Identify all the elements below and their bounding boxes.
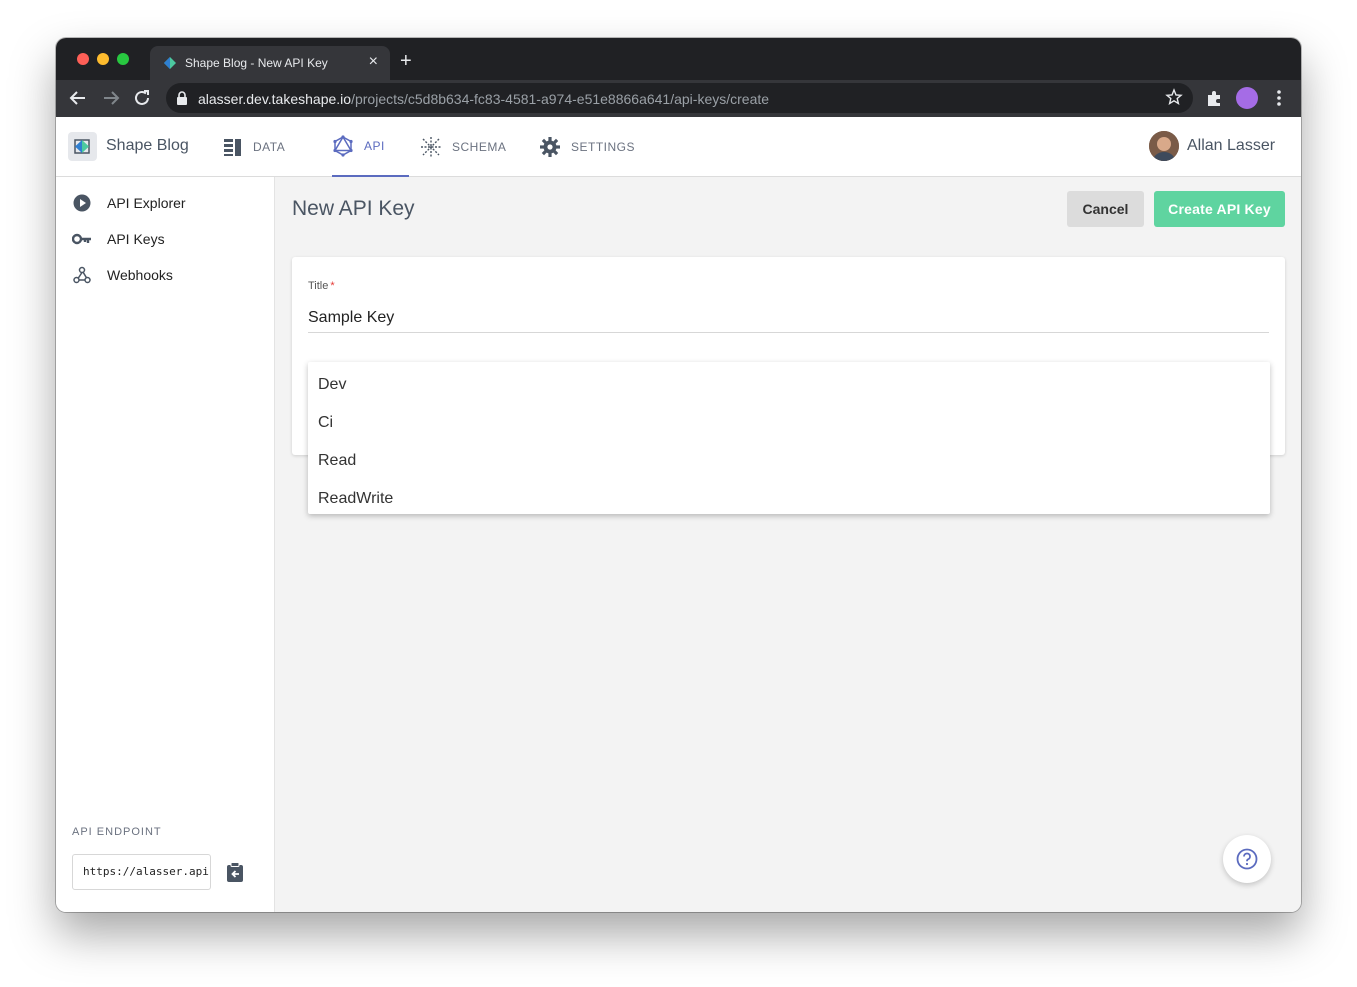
browser-toolbar: alasser.dev.takeshape.io/projects/c5d8b6… xyxy=(56,80,1301,117)
bookmark-star-icon[interactable] xyxy=(1165,88,1183,106)
help-question-icon xyxy=(1236,848,1258,870)
nav-settings[interactable]: SETTINGS xyxy=(539,117,635,177)
dropdown-option-readwrite[interactable]: ReadWrite xyxy=(308,480,1270,518)
tab-title: Shape Blog - New API Key xyxy=(185,56,328,70)
schema-icon xyxy=(421,137,441,157)
dropdown-option-ci[interactable]: Ci xyxy=(308,404,1270,442)
browser-tab[interactable]: Shape Blog - New API Key × xyxy=(150,46,390,80)
copy-clipboard-icon[interactable] xyxy=(224,861,246,883)
profile-avatar-icon[interactable] xyxy=(1236,87,1258,109)
close-tab-icon[interactable]: × xyxy=(369,53,378,71)
project-name[interactable]: Shape Blog xyxy=(106,137,189,155)
browser-window: Shape Blog - New API Key × + alasser.dev… xyxy=(56,38,1301,912)
graphql-icon xyxy=(333,135,353,157)
nav-api[interactable]: API xyxy=(332,117,409,177)
lock-icon xyxy=(177,91,187,105)
takeshape-favicon-icon xyxy=(164,57,176,69)
api-endpoint-label: API ENDPOINT xyxy=(72,826,162,838)
browser-menu-icon[interactable] xyxy=(1268,87,1290,109)
close-window-button[interactable] xyxy=(77,53,89,65)
new-tab-icon[interactable]: + xyxy=(400,51,412,71)
user-avatar[interactable] xyxy=(1149,131,1179,161)
gear-icon xyxy=(540,137,560,157)
webhook-icon xyxy=(72,265,92,285)
back-icon[interactable] xyxy=(67,87,89,109)
main-content: New API Key Cancel Create API Key Title *… xyxy=(276,177,1301,912)
role-dropdown-menu: Dev Ci Read ReadWrite xyxy=(308,362,1270,514)
dropdown-option-dev[interactable]: Dev xyxy=(308,366,1270,404)
project-logo-icon[interactable] xyxy=(68,132,97,161)
page-title: New API Key xyxy=(292,197,415,220)
dropdown-option-read[interactable]: Read xyxy=(308,442,1270,480)
tab-strip: Shape Blog - New API Key × + xyxy=(56,38,1301,80)
maximize-window-button[interactable] xyxy=(117,53,129,65)
sidebar-item-api-explorer[interactable]: API Explorer xyxy=(72,192,186,214)
user-name[interactable]: Allan Lasser xyxy=(1187,137,1275,155)
cancel-button[interactable]: Cancel xyxy=(1067,191,1144,227)
minimize-window-button[interactable] xyxy=(97,53,109,65)
sidebar-item-api-keys[interactable]: API Keys xyxy=(72,228,165,250)
api-endpoint-field[interactable]: https://alasser.api xyxy=(72,854,211,890)
required-marker: * xyxy=(330,280,335,292)
play-circle-icon xyxy=(72,193,92,213)
data-icon xyxy=(224,139,241,156)
extensions-puzzle-icon[interactable] xyxy=(1204,87,1226,109)
key-icon xyxy=(72,229,92,249)
help-button[interactable] xyxy=(1223,835,1271,883)
nav-data[interactable]: DATA xyxy=(223,117,285,177)
forward-icon[interactable] xyxy=(100,87,122,109)
app-header: Shape Blog DATA API SCHEMA SETTINGS Alla… xyxy=(56,117,1301,177)
create-api-key-button[interactable]: Create API Key xyxy=(1154,191,1285,227)
title-input[interactable] xyxy=(308,303,1269,333)
nav-schema[interactable]: SCHEMA xyxy=(420,117,506,177)
title-field-label: Title * xyxy=(308,280,335,292)
reload-icon[interactable] xyxy=(131,87,153,109)
sidebar: API Explorer API Keys Webhooks API ENDPO… xyxy=(56,177,275,912)
sidebar-item-webhooks[interactable]: Webhooks xyxy=(72,264,173,286)
address-bar[interactable]: alasser.dev.takeshape.io/projects/c5d8b6… xyxy=(166,83,1193,113)
url-text: alasser.dev.takeshape.io/projects/c5d8b6… xyxy=(198,91,770,107)
